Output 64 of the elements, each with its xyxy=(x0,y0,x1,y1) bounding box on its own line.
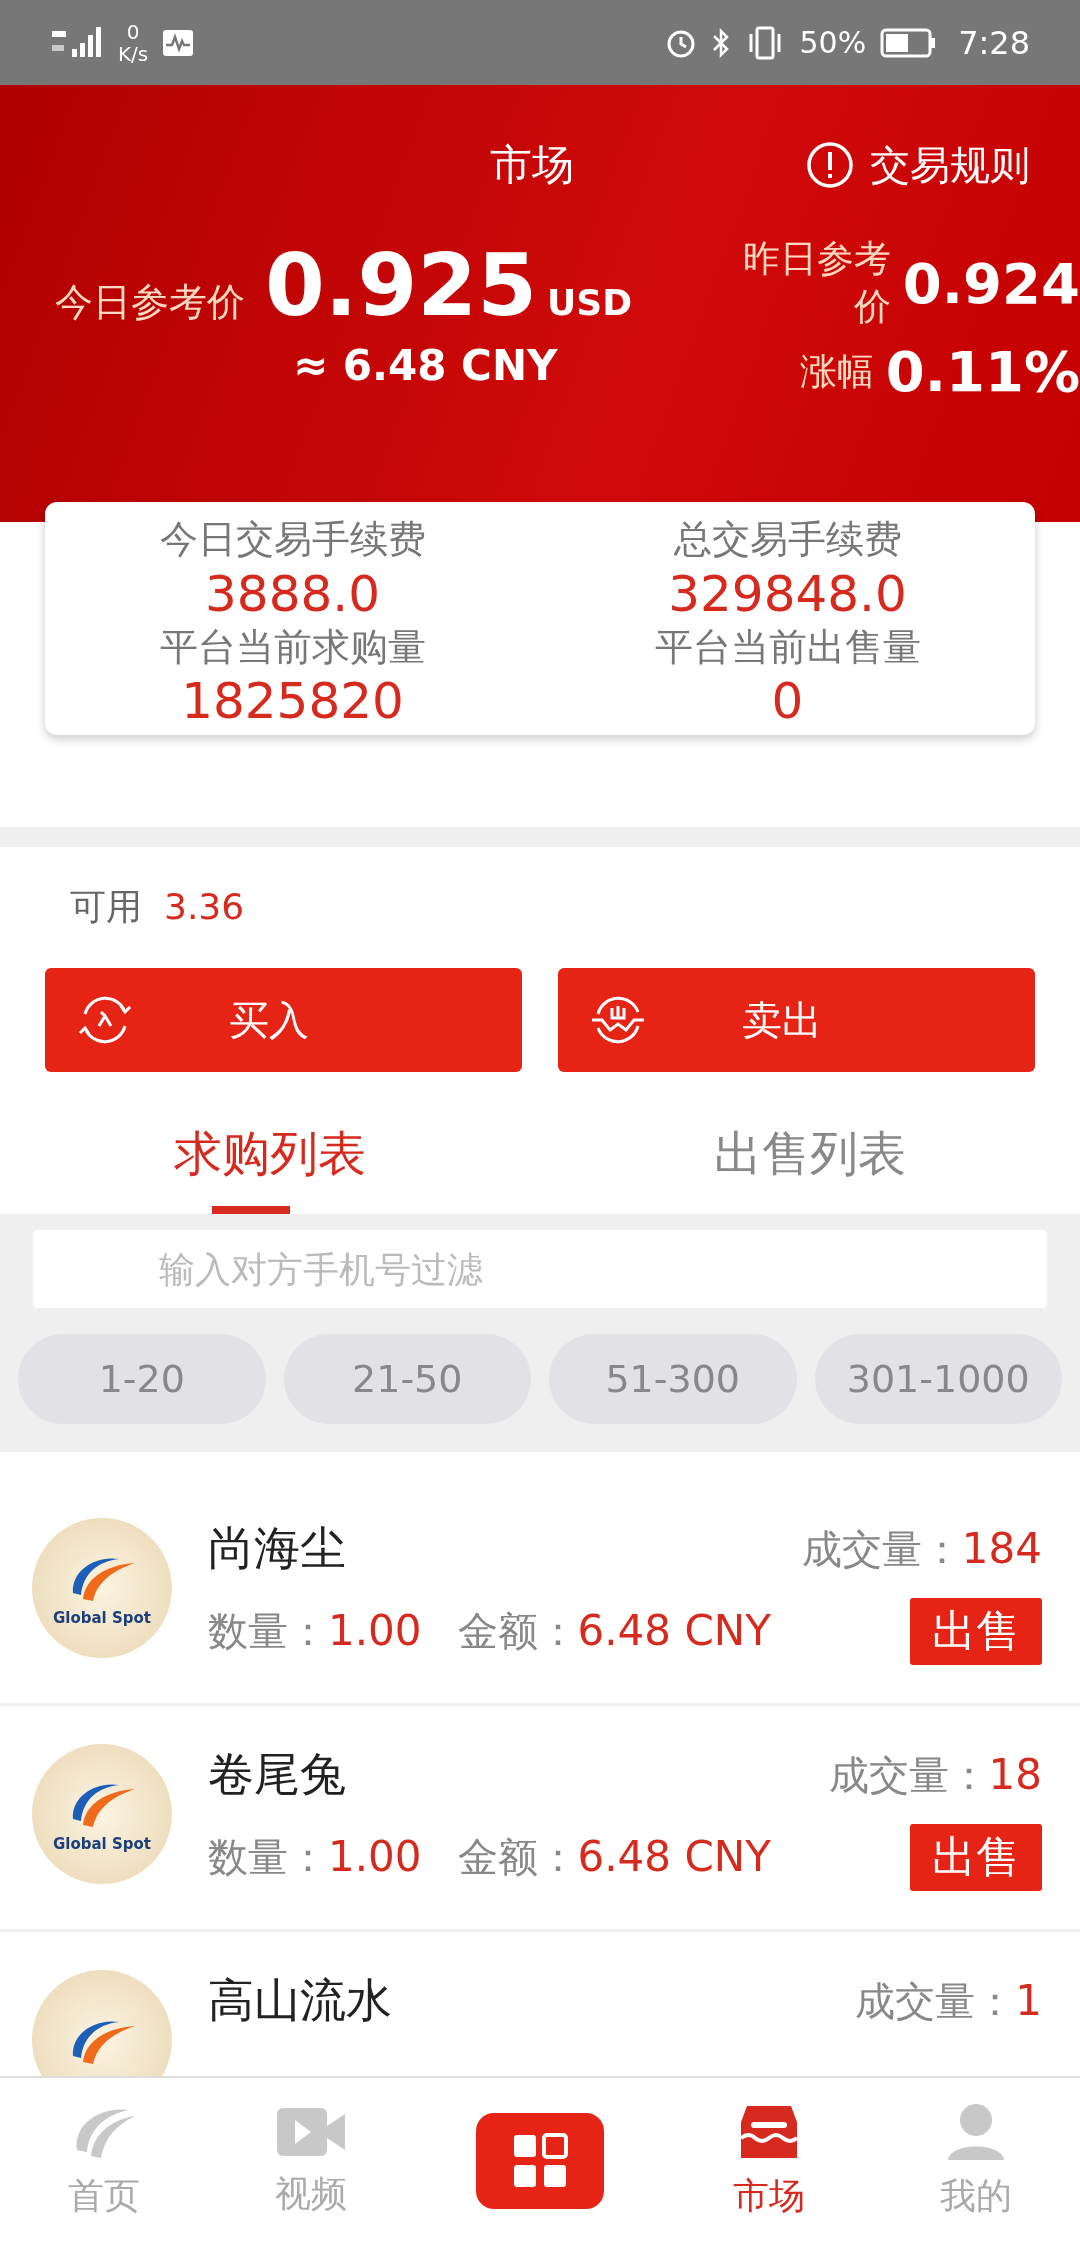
deals-count: 18 xyxy=(988,1749,1042,1799)
sell-order-button[interactable]: 出售 xyxy=(910,1824,1042,1892)
grid-icon xyxy=(511,2133,568,2189)
price-unit: USD xyxy=(547,282,633,323)
speed-unit: K/s xyxy=(118,42,149,65)
nav-tab[interactable]: 市场 xyxy=(727,2100,812,2222)
buy-button[interactable]: 买入 xyxy=(45,968,522,1073)
stat-label: 平台当前求购量 xyxy=(159,623,426,671)
change-value: 0.11% xyxy=(885,339,1080,405)
amount-value: 6.48 CNY xyxy=(577,1832,771,1882)
quantity-label: 数量： xyxy=(208,1607,328,1657)
stat-label: 平台当前出售量 xyxy=(654,623,921,671)
quantity-value: 1.00 xyxy=(328,1606,422,1656)
page-title: 市场 xyxy=(490,139,574,191)
amount-label: 金额： xyxy=(457,1833,578,1883)
center-app-button[interactable] xyxy=(475,2113,604,2209)
clock: 7:28 xyxy=(958,23,1030,62)
range-chip[interactable]: 21-50 xyxy=(283,1334,531,1425)
phone-filter-field[interactable]: 输入对方手机号过滤 xyxy=(33,1230,1047,1309)
sell-order-button[interactable]: 出售 xyxy=(910,1598,1042,1666)
list-tab[interactable]: 求购列表 xyxy=(0,1122,540,1215)
person-icon xyxy=(946,2101,1007,2162)
today-price: 0.925 xyxy=(265,235,538,335)
deals-label: 成交量： xyxy=(855,1976,1016,2026)
activity-icon xyxy=(162,28,195,57)
deals-count: 1 xyxy=(1015,1975,1042,2025)
range-chip[interactable]: 51-300 xyxy=(549,1334,797,1425)
range-chip[interactable]: 1-20 xyxy=(18,1334,266,1425)
nav-tab[interactable]: 视频 xyxy=(268,2102,353,2220)
yesterday-price-label: 昨日参考价 xyxy=(741,236,891,331)
battery-percent: 50% xyxy=(799,25,867,60)
available-label: 可用 xyxy=(70,885,142,930)
deals-label: 成交量： xyxy=(801,1524,962,1574)
nav-tab[interactable]: 首页 xyxy=(61,2100,146,2222)
amount-value: 6.48 CNY xyxy=(577,1606,771,1656)
stat-label: 今日交易手续费 xyxy=(159,516,426,564)
logo-text: Global Spot xyxy=(53,1609,151,1628)
logo-text: Global Spot xyxy=(53,1835,151,1854)
deals-label: 成交量： xyxy=(828,1750,989,1800)
battery-icon xyxy=(880,27,937,58)
range-chip[interactable]: 301-1000 xyxy=(814,1334,1062,1425)
nav-tab[interactable]: 我的 xyxy=(934,2100,1019,2222)
trading-rules-link[interactable]: 交易规则 xyxy=(806,137,1030,193)
stat-value: 0 xyxy=(771,671,804,732)
stat-label: 总交易手续费 xyxy=(673,516,902,564)
yesterday-price: 0.924 xyxy=(902,250,1080,316)
buyer-name: 高山流水 xyxy=(208,1972,392,2030)
sell-button[interactable]: 卖出 xyxy=(558,968,1035,1073)
today-price-label: 今日参考价 xyxy=(55,279,245,326)
deals-count: 184 xyxy=(961,1523,1042,1573)
network-speed: 0 xyxy=(126,20,140,43)
info-icon xyxy=(806,141,854,189)
list-tab[interactable]: 出售列表 xyxy=(540,1122,1080,1215)
quantity-label: 数量： xyxy=(208,1833,328,1883)
available-value: 3.36 xyxy=(164,886,245,928)
cny-equivalent: ≈ 6.48 CNY xyxy=(293,341,559,390)
stat-value: 3888.0 xyxy=(205,563,380,624)
stat-value: 1825820 xyxy=(181,671,404,732)
buyer-name: 卷尾兔 xyxy=(208,1746,346,1804)
change-label: 涨幅 xyxy=(799,348,874,395)
buyer-name: 尚海尘 xyxy=(208,1520,346,1578)
amount-label: 金额： xyxy=(457,1607,578,1657)
stat-value: 329848.0 xyxy=(668,563,907,624)
quantity-value: 1.00 xyxy=(328,1832,422,1882)
